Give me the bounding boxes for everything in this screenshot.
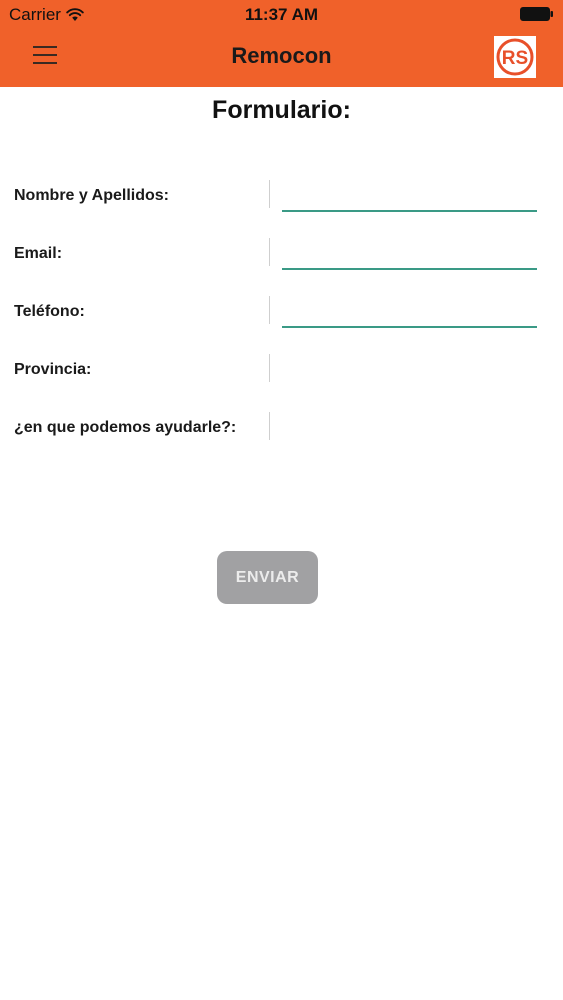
field-divider [269,296,270,324]
rs-logo-icon[interactable]: RS [494,36,536,78]
form-row-nombre: Nombre y Apellidos: [0,180,563,236]
email-input[interactable] [282,238,537,270]
field-divider [269,180,270,208]
status-time: 11:37 AM [244,5,319,24]
navigation-bar: Remocon RS [0,30,563,87]
telefono-input[interactable] [282,296,537,328]
nombre-label: Nombre y Apellidos: [14,187,169,204]
field-divider [269,238,270,266]
field-divider [269,354,270,382]
form-row-telefono: Teléfono: [0,296,563,352]
app-title: Remocon [231,43,332,68]
ayuda-label: ¿en que podemos ayudarle?: [14,419,237,436]
form-row-ayuda: ¿en que podemos ayudarle?: [0,412,563,468]
provincia-picker[interactable] [275,354,537,382]
nombre-input[interactable] [282,180,537,212]
provincia-label: Provincia: [14,361,92,378]
ayuda-picker[interactable] [275,412,537,440]
top-bar: Carrier 11:37 AM Remocon RS [0,0,563,87]
telefono-label: Teléfono: [14,303,85,320]
email-label: Email: [14,245,63,262]
status-bar: Carrier 11:37 AM [0,0,563,30]
enviar-button[interactable]: ENVIAR [217,551,318,604]
field-divider [269,412,270,440]
form-row-provincia: Provincia: [0,354,563,410]
logo-text: RS [502,48,528,69]
battery-icon [520,7,553,21]
form-row-email: Email: [0,238,563,294]
form-title: Formulario: [212,96,351,124]
app-screen: Carrier 11:37 AM Remocon RS Formulario: … [0,0,563,1000]
